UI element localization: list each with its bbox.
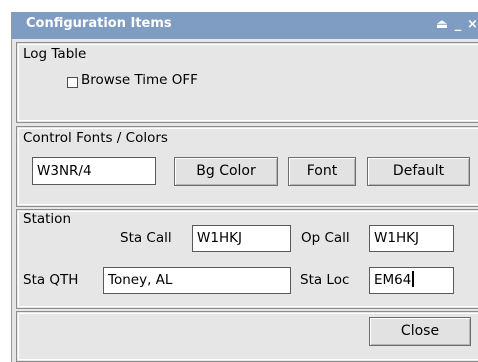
sta-loc-input[interactable]: EM64 bbox=[369, 267, 454, 294]
font-color-sample: W3NR/4 bbox=[32, 157, 156, 185]
sta-loc-label: Sta Loc bbox=[300, 272, 350, 288]
minimize-icon[interactable]: _ bbox=[452, 15, 464, 35]
shade-icon[interactable]: ⏏ bbox=[434, 15, 450, 35]
sta-loc-value: EM64 bbox=[374, 272, 412, 288]
browse-time-label: Browse Time OFF bbox=[81, 72, 198, 88]
window-title: Configuration Items bbox=[26, 16, 172, 31]
default-button[interactable]: Default bbox=[367, 157, 470, 186]
sta-qth-label: Sta QTH bbox=[23, 272, 79, 288]
op-call-input[interactable]: W1HKJ bbox=[369, 225, 454, 252]
browse-time-checkbox[interactable] bbox=[67, 77, 78, 88]
close-button[interactable]: Close bbox=[369, 317, 471, 346]
fonts-colors-group: Control Fonts / Colors W3NR/4 Bg Color F… bbox=[16, 126, 478, 207]
fonts-colors-label: Control Fonts / Colors bbox=[23, 130, 168, 146]
text-cursor bbox=[412, 271, 415, 287]
font-button[interactable]: Font bbox=[288, 157, 356, 186]
title-bar[interactable]: Configuration Items ⏏ _ × bbox=[12, 12, 478, 39]
log-table-group: Log Table Browse Time OFF bbox=[16, 42, 478, 123]
log-table-label: Log Table bbox=[23, 46, 87, 62]
close-icon[interactable]: × bbox=[466, 15, 478, 35]
configuration-window: Configuration Items ⏏ _ × Log Table Brow… bbox=[11, 12, 478, 362]
station-group: Station Sta Call W1HKJ Op Call W1HKJ Sta… bbox=[16, 209, 478, 309]
bg-color-button[interactable]: Bg Color bbox=[174, 157, 278, 186]
station-label: Station bbox=[23, 211, 71, 227]
op-call-label: Op Call bbox=[301, 230, 350, 246]
footer-group: Close bbox=[16, 311, 478, 362]
sta-call-input[interactable]: W1HKJ bbox=[192, 225, 291, 252]
sta-call-label: Sta Call bbox=[120, 230, 172, 246]
sta-qth-input[interactable]: Toney, AL bbox=[103, 267, 291, 294]
